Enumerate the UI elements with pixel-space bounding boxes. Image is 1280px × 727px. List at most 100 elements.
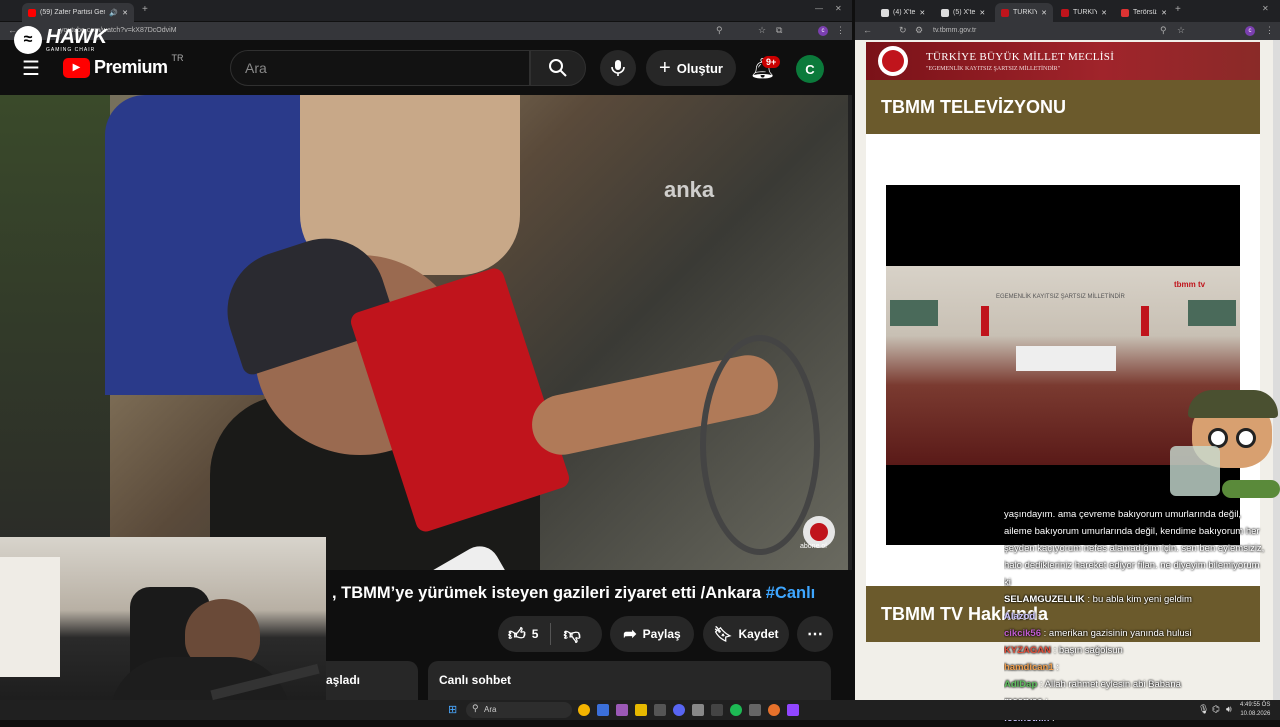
- right-menu-icon[interactable]: ⋮: [1265, 25, 1274, 36]
- chat-username[interactable]: AdlDap: [1004, 679, 1037, 690]
- right-tab-2[interactable]: (5) X'te ✕: [935, 3, 993, 22]
- right-tab-1[interactable]: (4) X'te ✕: [875, 3, 933, 22]
- tbmm-tv-band: TBMM TELEVİZYONU: [866, 80, 1260, 134]
- right-close-window-button[interactable]: ✕: [1262, 4, 1269, 13]
- spotify-icon[interactable]: [730, 704, 742, 716]
- tbmm-header-subtitle: "EGEMENLİK KAYITSIZ ŞARTSIZ MİLLETİNDİR": [926, 66, 1061, 72]
- bookmark-icon: 🔖︎: [713, 626, 733, 643]
- right-star-icon[interactable]: ☆: [1177, 25, 1185, 36]
- chat-text: aileme bakıyorum umurlarında değil, kend…: [1004, 526, 1260, 537]
- chat-message: cikcik56 : amerikan gazisinin yanında hu…: [1004, 625, 1280, 642]
- right-tab-5[interactable]: Terörsüz ✕: [1115, 3, 1173, 22]
- right-reload-icon[interactable]: ↻: [899, 25, 907, 36]
- tray-volume-icon[interactable]: 🔊︎: [1226, 704, 1232, 715]
- news-icon: [1121, 8, 1129, 17]
- tbmm-icon: [1001, 8, 1009, 17]
- right-tab-3[interactable]: TÜRKİYE✕: [995, 3, 1053, 22]
- tab-close-icon[interactable]: ✕: [122, 9, 128, 17]
- create-button[interactable]: + Oluştur: [646, 50, 736, 86]
- youtube-logo[interactable]: ▶ Premium TR: [63, 53, 184, 78]
- right-new-tab-button[interactable]: +: [1175, 4, 1181, 15]
- chat-username[interactable]: KYZAGAN: [1004, 645, 1051, 656]
- stream-chat-overlay: yaşındayım. ama çevreme bakıyorum umurla…: [1004, 506, 1280, 724]
- menu-icon[interactable]: ⋮: [836, 25, 845, 36]
- chat-message: Alazod :: [1004, 608, 1280, 625]
- app4-icon[interactable]: [711, 704, 723, 716]
- app2-icon[interactable]: [654, 704, 666, 716]
- close-window-button[interactable]: ✕: [835, 4, 842, 13]
- chat-separator: :: [1035, 611, 1041, 622]
- right-tab-close-icon[interactable]: ✕: [1041, 9, 1047, 17]
- description-label: aşladı: [326, 673, 361, 687]
- live-chat-panel[interactable]: Canlı sohbet: [428, 661, 831, 701]
- mascot-hat: [1188, 390, 1278, 418]
- chat-message: KYZAGAN : başın sağolsun: [1004, 642, 1280, 659]
- notification-badge: 9+: [762, 56, 781, 68]
- title-hashtag[interactable]: #Canlı: [766, 584, 816, 602]
- right-zoom-icon[interactable]: ⚲: [1160, 25, 1167, 36]
- right-tab-close-icon[interactable]: ✕: [1161, 9, 1167, 17]
- chat-username[interactable]: cikcik56: [1004, 628, 1041, 639]
- save-button[interactable]: 🔖︎ Kaydet: [703, 616, 789, 652]
- app6-icon[interactable]: [768, 704, 780, 716]
- clock-time: 4:49:55 ÖS: [1240, 702, 1271, 708]
- file-explorer-icon[interactable]: [635, 704, 647, 716]
- taskbar-clock[interactable]: 4:49:55 ÖS 10.08.2026: [1240, 701, 1270, 719]
- chat-username[interactable]: Alazod: [1004, 611, 1035, 622]
- live-chat-label: Canlı sohbet: [439, 673, 512, 687]
- app3-icon[interactable]: [692, 704, 704, 716]
- share-button[interactable]: ➦ Paylaş: [610, 616, 694, 652]
- tab-youtube[interactable]: (59) Zafer Partisi Genel Başk... 🔊 ✕: [22, 3, 134, 22]
- webcam-wall: [0, 557, 60, 677]
- zoom-icon[interactable]: ⚲: [716, 25, 723, 36]
- app5-icon[interactable]: [749, 704, 761, 716]
- mascot-hand: [1222, 480, 1280, 498]
- tray-mic-icon[interactable]: 🎙︎: [1198, 704, 1209, 715]
- right-tab-4[interactable]: TÜRKİYE✕: [1055, 3, 1113, 22]
- app-icon[interactable]: [616, 704, 628, 716]
- right-tab-close-icon[interactable]: ✕: [1101, 9, 1107, 17]
- tbmm-header: TÜRKİYE BÜYÜK MİLLET MECLİSİ "EGEMENLİK …: [866, 42, 1260, 80]
- like-button[interactable]: 👍︎: [508, 624, 526, 645]
- chat-text: halo dedikleriniz hareket ediyor filan. …: [1004, 560, 1260, 571]
- right-profile-icon[interactable]: c: [1245, 26, 1255, 36]
- youtube-favicon-icon: [28, 8, 36, 17]
- new-tab-button[interactable]: +: [142, 4, 148, 15]
- taskbar-search[interactable]: Ara: [466, 702, 572, 718]
- right-back-icon[interactable]: ←: [863, 25, 872, 35]
- more-actions-button[interactable]: ⋯: [797, 616, 833, 652]
- hawk-name: HAWK: [46, 26, 108, 48]
- chat-username[interactable]: hamdican1: [1004, 662, 1054, 673]
- chat-separator: :: [1053, 662, 1059, 673]
- site-info-icon[interactable]: ⚙: [915, 25, 923, 36]
- chat-message: AdlDap : Allah rahmet eylesin abi Babana: [1004, 676, 1280, 693]
- right-url-text[interactable]: tv.tbmm.gov.tr: [933, 27, 976, 34]
- start-icon[interactable]: ⊞: [448, 703, 457, 716]
- search-button[interactable]: [530, 50, 586, 86]
- chat-username[interactable]: SELAMGUZELLIK: [1004, 594, 1085, 605]
- minimize-button[interactable]: —: [815, 4, 823, 13]
- extensions-icon[interactable]: ⧉: [776, 25, 782, 36]
- chat-separator: :: [1050, 645, 1059, 656]
- chrome-icon[interactable]: [578, 704, 590, 716]
- avatar[interactable]: C: [796, 55, 824, 83]
- tbmm-emblem-icon[interactable]: [878, 46, 908, 76]
- right-tab-label: TÜRKİYE: [1073, 9, 1098, 16]
- taskbar-apps: [578, 704, 799, 716]
- webcam-overlay: [0, 537, 326, 720]
- star-icon[interactable]: ☆: [758, 25, 766, 36]
- right-tab-label: (5) X'te: [953, 9, 976, 16]
- hamburger-menu-icon[interactable]: ☰: [22, 56, 40, 81]
- twitch-icon[interactable]: [787, 704, 799, 716]
- profile-icon[interactable]: c: [818, 26, 828, 36]
- tray-network-icon[interactable]: ⌬: [1212, 704, 1220, 715]
- outlook-icon[interactable]: [597, 704, 609, 716]
- right-tab-close-icon[interactable]: ✕: [979, 9, 985, 17]
- right-tab-close-icon[interactable]: ✕: [919, 9, 925, 17]
- tab-title: (59) Zafer Partisi Genel Başk...: [40, 9, 106, 16]
- discord-icon[interactable]: [673, 704, 685, 716]
- dislike-button[interactable]: 👎︎: [563, 624, 580, 645]
- voice-search-button[interactable]: [600, 50, 636, 86]
- search-input[interactable]: Ara: [230, 50, 530, 86]
- video-player[interactable]: anka abone ol: [0, 95, 848, 570]
